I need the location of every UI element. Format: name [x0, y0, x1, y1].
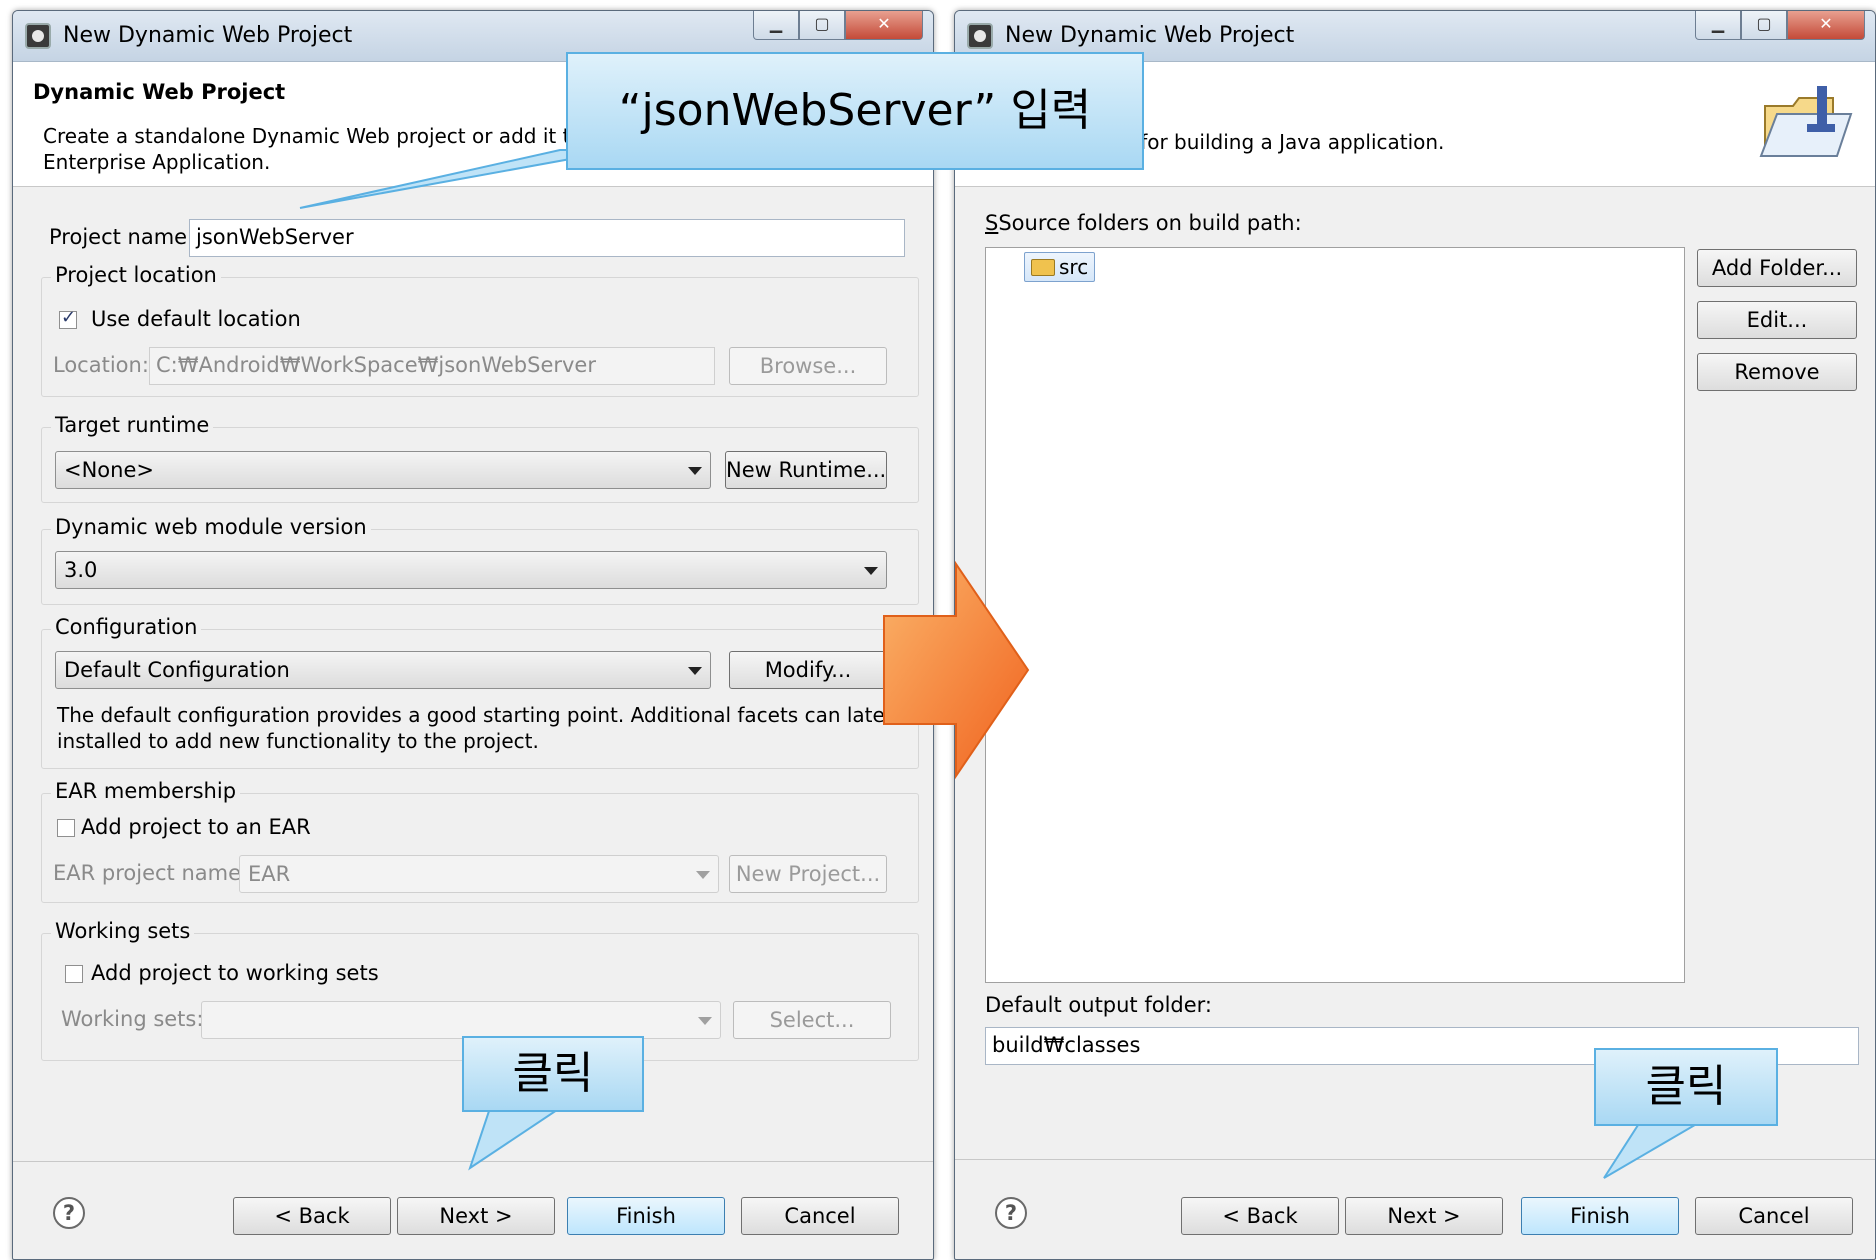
click-next-callout: 클릭	[462, 1036, 644, 1112]
click-finish-callout: 클릭	[1594, 1048, 1778, 1126]
input-instruction-callout: “jsonWebServer” 입력	[566, 52, 1144, 170]
